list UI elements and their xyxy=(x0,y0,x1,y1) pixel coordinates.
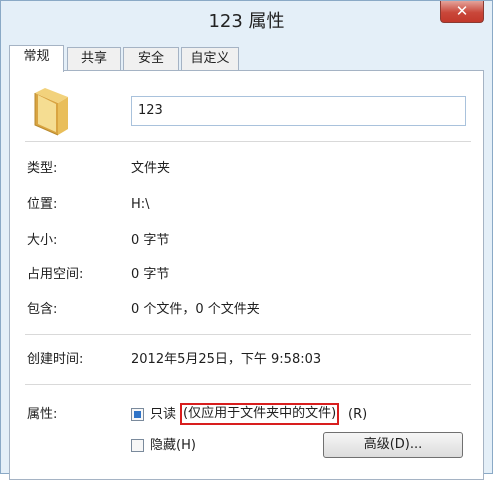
tab-general[interactable]: 常规 xyxy=(9,45,64,72)
close-button[interactable]: ✕ xyxy=(440,1,484,23)
tab-customize[interactable]: 自定义 xyxy=(181,47,239,71)
advanced-button[interactable]: 高级(D)... xyxy=(323,432,463,458)
folder-icon xyxy=(34,88,68,136)
hidden-label: 隐藏(H) xyxy=(150,438,196,453)
contains-label: 包含: xyxy=(27,302,58,317)
readonly-label: 只读 xyxy=(150,407,177,422)
readonly-shortcut: (R) xyxy=(348,407,368,422)
separator xyxy=(25,334,471,335)
window-title: 123 属性 xyxy=(208,11,285,32)
size-value: 0 字节 xyxy=(131,233,170,248)
folder-name-input[interactable]: 123 xyxy=(131,96,466,126)
size-on-disk-label: 占用空间: xyxy=(27,267,84,282)
tab-sharing[interactable]: 共享 xyxy=(67,47,121,71)
tab-security[interactable]: 安全 xyxy=(123,47,179,71)
properties-window: 123 属性 ✕ 常规 共享 安全 自定义 123 类型: 文件夹 位置: H:… xyxy=(0,0,493,480)
hidden-checkbox[interactable] xyxy=(131,439,144,452)
location-value: H:\ xyxy=(131,197,150,212)
created-label: 创建时间: xyxy=(27,352,84,367)
location-label: 位置: xyxy=(27,197,58,212)
size-on-disk-value: 0 字节 xyxy=(131,267,170,282)
close-icon: ✕ xyxy=(455,2,469,20)
created-value: 2012年5月25日，下午 9:58:03 xyxy=(131,352,322,367)
general-panel: 123 类型: 文件夹 位置: H:\ 大小: 0 字节 占用空间: 0 字节 … xyxy=(9,70,484,480)
type-label: 类型: xyxy=(27,161,58,176)
size-label: 大小: xyxy=(27,233,58,248)
type-value: 文件夹 xyxy=(131,161,171,176)
separator xyxy=(25,141,471,142)
readonly-checkbox[interactable] xyxy=(131,408,144,421)
attributes-label: 属性: xyxy=(27,407,58,422)
contains-value: 0 个文件，0 个文件夹 xyxy=(131,302,260,317)
title-bar: 123 属性 ✕ xyxy=(1,1,492,37)
separator xyxy=(25,384,471,385)
readonly-note: (仅应用于文件夹中的文件) xyxy=(180,403,340,425)
